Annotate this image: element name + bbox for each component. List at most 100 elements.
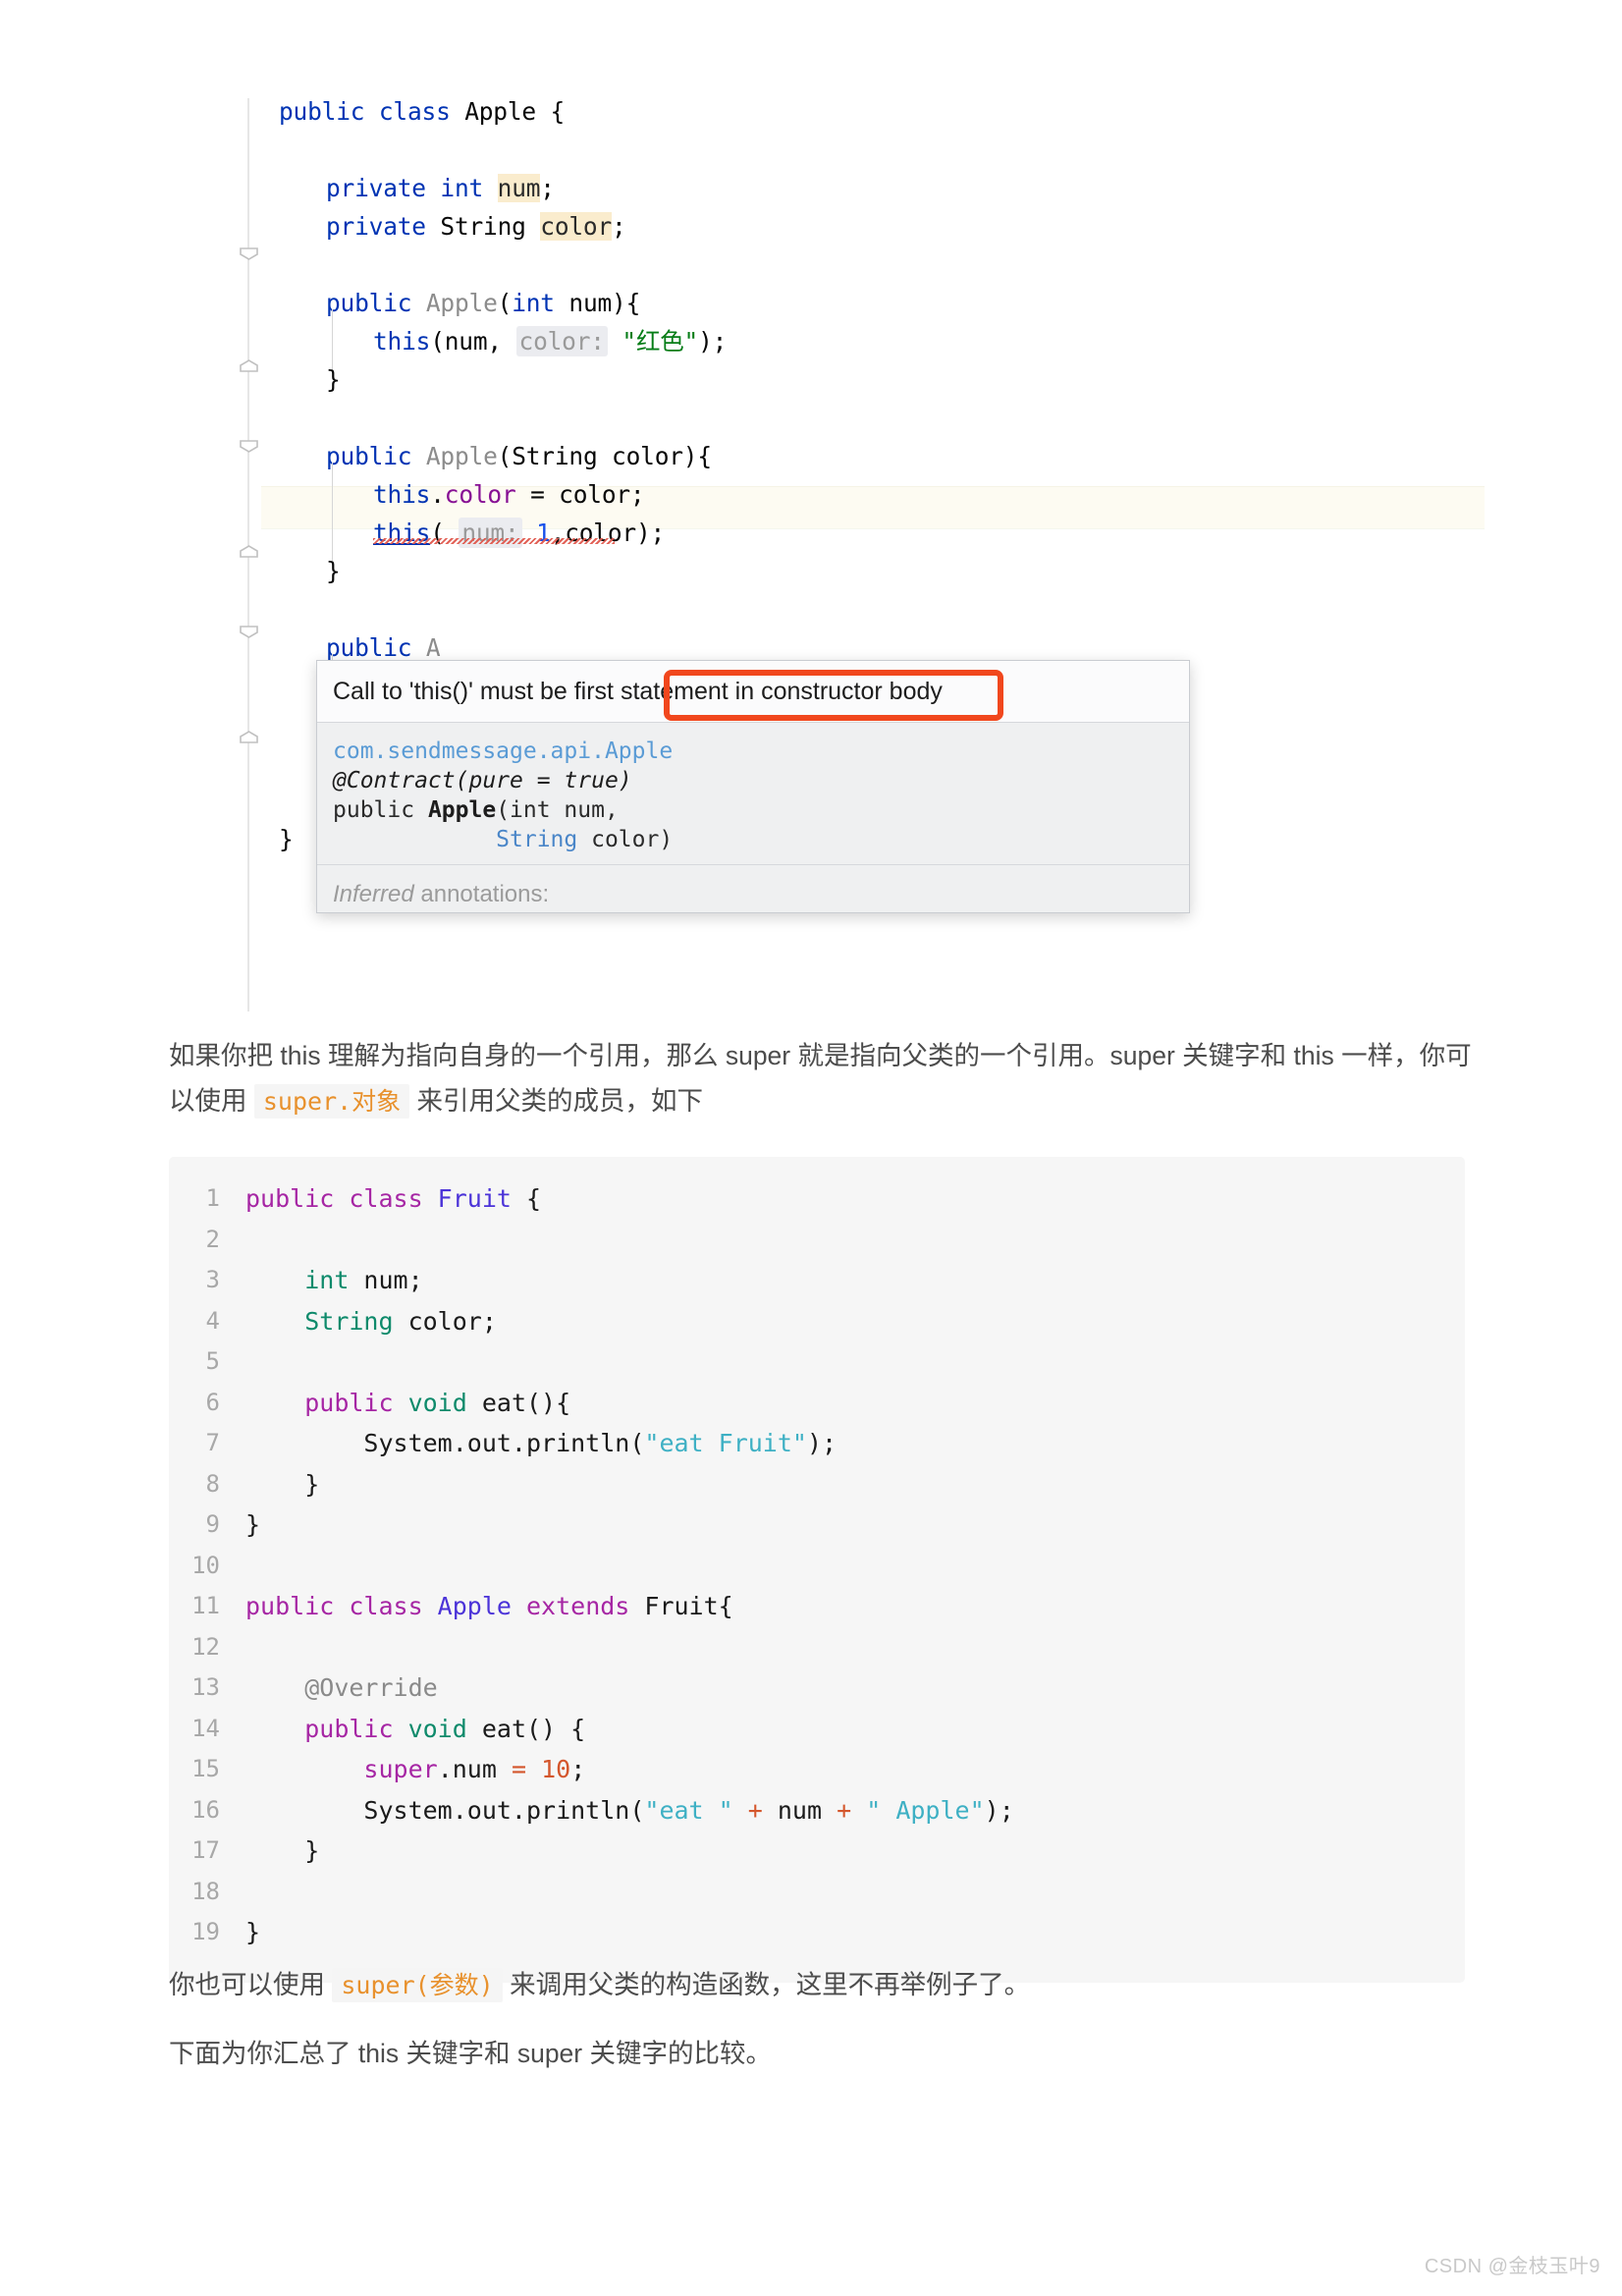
inferred-label-italic: Inferred: [333, 881, 414, 907]
tooltip-signature: com.sendmessage.api.Apple @Contract(pure…: [317, 723, 1189, 865]
tooltip-modifier: public: [333, 797, 428, 823]
code-row: 18: [169, 1872, 1465, 1913]
line-code: public class Fruit {: [245, 1184, 542, 1213]
line-number: 6: [205, 1388, 220, 1416]
fold-end-icon[interactable]: [240, 731, 258, 743]
fold-collapse-icon[interactable]: [240, 247, 258, 260]
editor-gutter: [236, 98, 261, 1011]
line-number: 10: [191, 1551, 220, 1579]
line-code: super.num = 10;: [363, 1755, 586, 1783]
code-line: }: [279, 825, 294, 853]
code-row: 15 super.num = 10;: [169, 1749, 1465, 1790]
line-number: 4: [205, 1306, 220, 1335]
code-row: 2: [169, 1220, 1465, 1261]
tooltip-param-name: color): [577, 827, 674, 852]
paragraph-super-intro: 如果你把 this 理解为指向自身的一个引用，那么 super 就是指向父类的一…: [169, 1033, 1485, 1124]
inferred-label-plain: annotations:: [413, 881, 550, 907]
line-number: 14: [191, 1714, 220, 1742]
fold-end-icon[interactable]: [240, 359, 258, 372]
code-line: this.color = color;: [373, 480, 645, 509]
fold-collapse-icon[interactable]: [240, 626, 258, 638]
code-row: 3 int num;: [169, 1260, 1465, 1301]
line-number: 1: [205, 1184, 220, 1212]
code-row: 17 }: [169, 1831, 1465, 1872]
code-row: 5: [169, 1341, 1465, 1383]
fold-collapse-icon[interactable]: [240, 440, 258, 453]
code-line: }: [326, 365, 341, 394]
code-row: 19}: [169, 1912, 1465, 1953]
code-row: 13 @Override: [169, 1667, 1465, 1709]
line-number: 16: [191, 1795, 220, 1824]
line-number: 3: [205, 1266, 220, 1293]
tooltip-namespace: com.sendmessage.api.Apple: [333, 738, 674, 764]
java-code-block[interactable]: 1 public class Fruit { 2 3 int num; 4 Str…: [169, 1157, 1465, 1983]
line-number: 8: [205, 1469, 220, 1498]
code-row: 14 public void eat() {: [169, 1709, 1465, 1750]
paragraph-super-constructor: 你也可以使用 super(参数) 来调用父类的构造函数，这里不再举例子了。: [169, 1962, 1485, 2008]
line-code: }: [245, 1469, 320, 1499]
error-squiggle: [373, 538, 615, 544]
line-number: 17: [191, 1836, 220, 1864]
line-code: System.out.println("eat " + num + " Appl…: [245, 1795, 1014, 1825]
code-row: 8 }: [169, 1464, 1465, 1505]
paragraph-text-4: 来调用父类的构造函数，这里不再举例子了。: [502, 1970, 1031, 1999]
code-row: 1 public class Fruit {: [169, 1178, 1465, 1220]
tooltip-params-indent: [333, 827, 496, 852]
paragraph-text-5: 下面为你汇总了 this 关键字和 super 关键字的比较。: [169, 2039, 772, 2068]
error-tooltip-popup[interactable]: Call to 'this()' must be first statement…: [316, 660, 1190, 913]
tooltip-message-text: Call to 'this()' must be first statement…: [333, 677, 943, 705]
line-number: 18: [191, 1877, 220, 1905]
line-number: 9: [205, 1510, 220, 1538]
line-number: 11: [191, 1592, 220, 1619]
tooltip-param-type: String: [496, 827, 578, 852]
code-row: 9}: [169, 1504, 1465, 1546]
code-row: 11 public class Apple extends Fruit{: [169, 1586, 1465, 1627]
code-line: public Apple(String color){: [326, 442, 712, 470]
line-number: 2: [205, 1225, 220, 1253]
tooltip-params-first: (int num,: [496, 797, 619, 823]
code-line: private int num;: [326, 174, 555, 202]
code-row: 7 System.out.println("eat Fruit");: [169, 1423, 1465, 1464]
inferred-value-line1: @org.jetbrains.annotations.Contract(pur: [333, 910, 1167, 912]
line-code: }: [245, 1510, 261, 1539]
csdn-watermark: CSDN @金枝玉叶9: [1424, 2256, 1600, 2277]
line-code: String color;: [304, 1306, 497, 1336]
inline-code-super-args: super(参数): [332, 1968, 503, 2002]
line-number: 5: [205, 1347, 220, 1375]
fold-end-icon[interactable]: [240, 545, 258, 558]
code-row: 6 public void eat(){: [169, 1383, 1465, 1424]
code-block-rows: 1 public class Fruit { 2 3 int num; 4 Str…: [169, 1157, 1465, 1975]
code-line: }: [326, 557, 341, 585]
line-number: 12: [191, 1632, 220, 1661]
line-code: public void eat() {: [304, 1714, 586, 1743]
inline-code-super-object: super.对象: [253, 1084, 410, 1119]
code-line: this(num, color: "红色");: [373, 326, 728, 356]
code-row: 16 System.out.println("eat " + num + " A…: [169, 1790, 1465, 1831]
code-line: public class Apple {: [279, 98, 566, 126]
line-number: 7: [205, 1429, 220, 1456]
line-code: }: [245, 1918, 261, 1946]
line-code: public class Apple extends Fruit{: [245, 1592, 733, 1620]
tooltip-method-name: Apple: [427, 797, 497, 823]
code-line: private String color;: [326, 212, 626, 241]
line-code: }: [245, 1836, 320, 1865]
code-line: this( num: 1,color);: [373, 518, 666, 548]
tooltip-error-message: Call to 'this()' must be first statement…: [317, 661, 1189, 723]
code-row: 4 String color;: [169, 1301, 1465, 1342]
line-code: @Override: [304, 1673, 438, 1702]
line-number: 19: [191, 1918, 220, 1945]
line-number: 15: [191, 1755, 220, 1782]
paragraph-comparison-lead: 下面为你汇总了 this 关键字和 super 关键字的比较。: [169, 2031, 1485, 2076]
code-line: public Apple(int num){: [326, 289, 641, 317]
indent-guide: [332, 463, 333, 561]
paragraph-text-3: 你也可以使用: [169, 1970, 333, 1999]
line-code: System.out.println("eat Fruit");: [245, 1429, 838, 1457]
paragraph-text-2: 来引用父类的成员，如下: [409, 1086, 704, 1116]
tooltip-inferred-annotations: Inferred annotations: @org.jetbrains.ann…: [317, 865, 1189, 912]
line-code: int num;: [304, 1266, 423, 1294]
tooltip-contract-annotation: @Contract(pure = true): [333, 768, 632, 793]
line-number: 13: [191, 1673, 220, 1701]
code-row: 10: [169, 1546, 1465, 1587]
line-code: public void eat(){: [304, 1388, 571, 1417]
code-row: 12: [169, 1627, 1465, 1668]
